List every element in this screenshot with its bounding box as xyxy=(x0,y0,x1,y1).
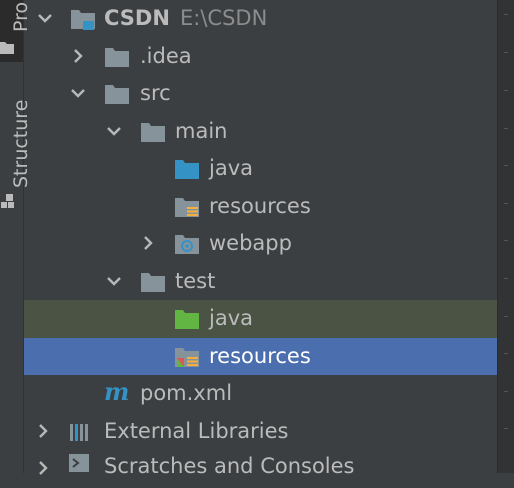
tree-node-main-resources[interactable]: resources xyxy=(24,188,497,226)
gutter-mark xyxy=(504,316,508,317)
tree-label-pom: pom.xml xyxy=(140,381,233,405)
tree-node-root[interactable]: CSDN E:\CSDN xyxy=(24,0,497,38)
editor-gutter xyxy=(497,0,514,473)
test-source-folder-icon xyxy=(175,310,199,329)
gutter-mark xyxy=(504,90,508,91)
tree-label-idea: .idea xyxy=(140,43,192,68)
resources-folder-icon xyxy=(175,197,199,217)
chevron-down-icon[interactable] xyxy=(34,7,56,29)
chevron-right-icon[interactable] xyxy=(137,232,159,254)
folder-icon xyxy=(105,47,129,67)
gutter-mark xyxy=(504,203,508,204)
project-tree: CSDN E:\CSDN .idea src main java resourc… xyxy=(24,0,497,478)
folder-icon xyxy=(141,272,165,292)
web-folder-icon xyxy=(175,235,199,254)
chevron-right-icon[interactable] xyxy=(32,420,54,442)
module-folder-icon xyxy=(71,10,95,30)
tree-root-path: E:\CSDN xyxy=(180,6,268,30)
tree-node-test[interactable]: test xyxy=(24,263,497,301)
tree-node-pom[interactable]: m pom.xml xyxy=(24,375,497,413)
gutter-mark xyxy=(504,353,508,354)
structure-icon xyxy=(1,194,14,208)
libraries-icon xyxy=(70,423,88,441)
gutter-mark xyxy=(504,391,508,392)
folder-icon xyxy=(105,85,129,104)
tree-label-main: main xyxy=(175,118,228,143)
tree-node-main[interactable]: main xyxy=(24,113,497,151)
tree-node-test-resources[interactable]: resources xyxy=(24,337,497,375)
tree-node-test-java[interactable]: java xyxy=(24,300,497,338)
chevron-down-icon[interactable] xyxy=(103,120,125,142)
chevron-down-icon[interactable] xyxy=(67,82,89,104)
gutter-mark xyxy=(504,428,508,429)
project-icon xyxy=(0,42,14,54)
gutter-mark xyxy=(504,165,508,166)
tree-node-webapp[interactable]: webapp xyxy=(24,225,497,263)
tree-node-external-libraries[interactable]: External Libraries xyxy=(24,413,497,451)
tree-node-src[interactable]: src xyxy=(24,75,497,113)
gutter-mark xyxy=(504,278,508,279)
maven-icon: m xyxy=(104,377,130,406)
folder-icon xyxy=(141,122,165,142)
tool-tab-project[interactable]: Pro xyxy=(0,0,32,62)
tree-label-test-resources: resources xyxy=(209,343,311,368)
tree-node-main-java[interactable]: java xyxy=(24,150,497,188)
tree-label-test-java: java xyxy=(209,306,253,330)
tool-tab-structure[interactable]: Structure xyxy=(0,96,32,220)
gutter-mark xyxy=(504,14,508,15)
tree-label-main-resources: resources xyxy=(209,193,311,218)
tree-label-main-java: java xyxy=(209,156,253,180)
tree-label-test: test xyxy=(175,268,216,293)
test-resources-folder-icon xyxy=(175,347,199,367)
left-tool-strip: Pro Structure xyxy=(0,0,32,473)
gutter-mark xyxy=(504,128,508,129)
tree-label-root: CSDN xyxy=(104,6,170,30)
chevron-down-icon[interactable] xyxy=(103,270,125,292)
tree-label-webapp: webapp xyxy=(209,231,292,255)
chevron-right-icon[interactable] xyxy=(67,45,89,67)
scratches-icon xyxy=(69,454,89,472)
gutter-mark xyxy=(504,52,508,53)
chevron-right-icon[interactable] xyxy=(32,457,54,479)
source-folder-icon xyxy=(175,160,199,179)
tree-label-scratches: Scratches and Consoles xyxy=(104,454,355,478)
gutter-mark xyxy=(504,240,508,241)
tree-node-idea[interactable]: .idea xyxy=(24,38,497,76)
tree-label-external-libraries: External Libraries xyxy=(104,418,289,443)
tree-label-src: src xyxy=(140,81,171,105)
tree-node-scratches[interactable]: Scratches and Consoles xyxy=(24,450,497,488)
